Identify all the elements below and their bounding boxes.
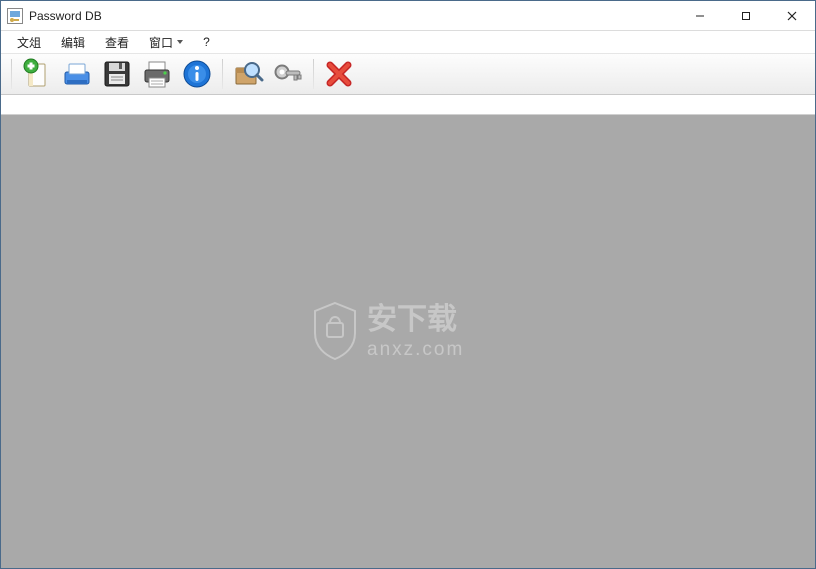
new-button[interactable] [18, 55, 56, 93]
info-icon [181, 58, 213, 90]
toolbar-separator [313, 59, 314, 89]
save-button[interactable] [98, 55, 136, 93]
find-icon [232, 58, 264, 90]
open-button[interactable] [58, 55, 96, 93]
minimize-button[interactable] [677, 1, 723, 31]
watermark-subtext: anxz.com [367, 339, 464, 360]
menubar: 文俎 编辑 查看 窗口 ? [1, 31, 815, 53]
minimize-icon [695, 11, 705, 21]
key-button[interactable] [269, 55, 307, 93]
toolbar-separator [222, 59, 223, 89]
menu-view[interactable]: 查看 [97, 32, 137, 53]
info-button[interactable] [178, 55, 216, 93]
print-button[interactable] [138, 55, 176, 93]
delete-icon [325, 60, 353, 88]
watermark-text: 安下载 [367, 303, 457, 336]
save-icon [101, 58, 133, 90]
app-title: Password DB [29, 9, 102, 23]
print-icon [141, 58, 173, 90]
close-icon [787, 11, 797, 21]
open-icon [61, 58, 93, 90]
titlebar: Password DB [1, 1, 815, 31]
toolbar [1, 53, 815, 95]
key-icon [272, 58, 304, 90]
column-header [1, 95, 815, 115]
app-window: Password DB 文俎 编辑 查看 窗口 ? [0, 0, 816, 569]
menu-edit[interactable]: 编辑 [53, 32, 93, 53]
menu-file[interactable]: 文俎 [9, 32, 49, 53]
chevron-down-icon [177, 39, 183, 45]
delete-button[interactable] [320, 55, 358, 93]
app-icon [7, 8, 23, 24]
maximize-icon [741, 11, 751, 21]
menu-window[interactable]: 窗口 [141, 32, 191, 53]
content-area: 安下载 anxz.com [1, 115, 815, 568]
find-button[interactable] [229, 55, 267, 93]
new-document-icon [21, 58, 53, 90]
maximize-button[interactable] [723, 1, 769, 31]
menu-help[interactable]: ? [195, 33, 218, 51]
watermark: 安下载 anxz.com [303, 289, 513, 375]
toolbar-separator [11, 59, 12, 89]
close-button[interactable] [769, 1, 815, 31]
